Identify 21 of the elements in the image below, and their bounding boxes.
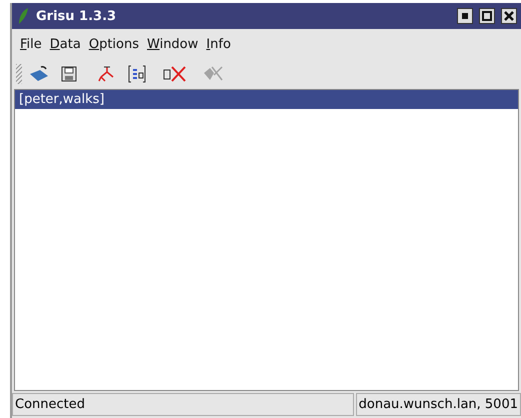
close-button[interactable] [501, 8, 517, 24]
remove-icon [202, 65, 224, 83]
toolbar-grip[interactable] [16, 64, 22, 84]
minimize-icon [462, 13, 468, 19]
menu-item[interactable]: Window [147, 36, 198, 52]
server-address: donau.wunsch.lan, 5001 [356, 393, 521, 416]
leaf-icon [16, 7, 30, 25]
minimize-button[interactable] [457, 8, 473, 24]
maximize-icon [482, 11, 492, 21]
list-item[interactable]: [peter,walks] [15, 90, 518, 109]
close-icon [504, 11, 514, 21]
menu-item[interactable]: Options [88, 36, 139, 52]
delete-icon [163, 65, 187, 83]
menu-item[interactable]: Info [206, 36, 231, 52]
status-text: Connected [12, 393, 354, 416]
menu-item[interactable]: Data [50, 36, 81, 52]
maximize-button[interactable] [479, 8, 495, 24]
menu-item[interactable]: File [20, 36, 42, 52]
list-icon [128, 65, 146, 83]
folder-icon [28, 64, 50, 84]
window-title: Grisu 1.3.3 [36, 8, 118, 24]
